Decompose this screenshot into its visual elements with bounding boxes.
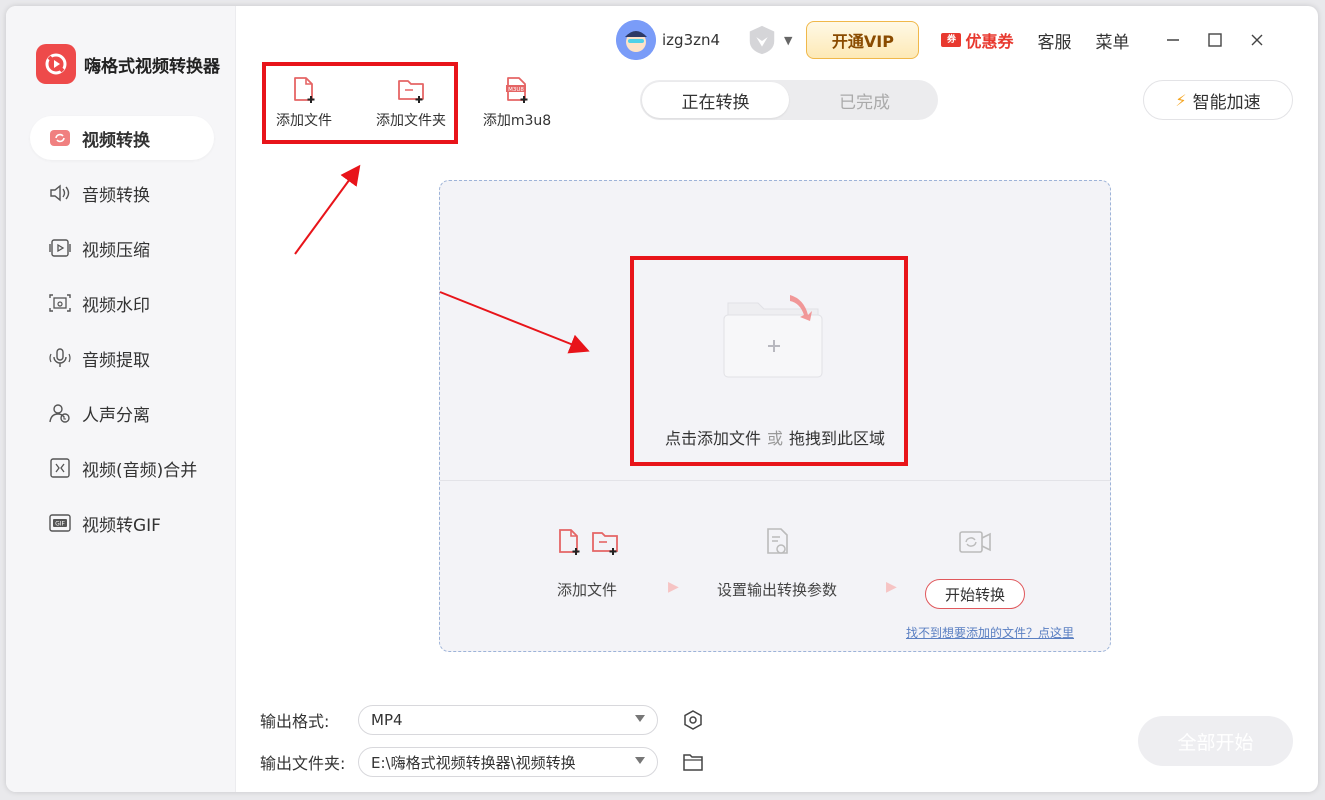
sidebar-item-vocal-separate[interactable]: 人声分离 — [30, 391, 214, 435]
minimize-icon[interactable] — [1165, 32, 1181, 48]
output-folder-value: E:\嗨格式视频转换器\视频转换 — [371, 753, 576, 772]
sidebar: 嗨格式视频转换器 视频转换 音频转换 视频压缩 视频水印 音频提取 人声分离 视… — [6, 6, 236, 792]
gif-icon: GIF — [48, 512, 72, 534]
avatar[interactable] — [616, 20, 656, 60]
app-logo-icon — [45, 53, 67, 75]
sidebar-item-video-convert[interactable]: 视频转换 — [30, 116, 214, 160]
arrow-to-toolbar — [294, 164, 361, 255]
start-convert-button[interactable]: 开始转换 — [925, 579, 1025, 609]
sidebar-nav: 视频转换 音频转换 视频压缩 视频水印 音频提取 人声分离 视频(音频)合并 G… — [30, 116, 214, 556]
step-start-icons — [920, 527, 1030, 563]
app-logo — [36, 44, 76, 84]
video-convert-icon — [48, 127, 72, 149]
add-m3u8-label: 添加m3u8 — [482, 113, 552, 129]
step-arrow-icon: ▶ — [668, 579, 679, 595]
maximize-icon[interactable] — [1207, 32, 1223, 48]
step-add-icons — [532, 527, 642, 563]
m3u8-badge-text: M3U8 — [508, 87, 524, 93]
start-all-button[interactable]: 全部开始 — [1138, 716, 1293, 766]
step-arrow-icon: ▶ — [886, 579, 897, 595]
add-m3u8-button[interactable]: M3U8 添加m3u8 — [478, 76, 556, 130]
coupon-button[interactable]: 券 优惠券 — [941, 28, 1013, 52]
sidebar-item-audio-extract[interactable]: 音频提取 — [30, 336, 214, 380]
step-start: 开始转换 — [920, 527, 1030, 609]
sidebar-item-label: 音频转换 — [82, 185, 150, 206]
sidebar-item-label: 视频转换 — [82, 130, 150, 151]
sidebar-item-video-compress[interactable]: 视频压缩 — [30, 226, 214, 270]
highlight-box-toolbar — [262, 62, 458, 144]
accelerate-label: 智能加速 — [1192, 92, 1261, 113]
coupon-label: 优惠券 — [965, 32, 1014, 51]
app-title: 嗨格式视频转换器 — [84, 57, 220, 77]
output-format-label: 输出格式: — [260, 712, 330, 731]
dropdown-arrow-icon — [635, 757, 645, 764]
sidebar-item-video-watermark[interactable]: 视频水印 — [30, 281, 214, 325]
tab-converting[interactable]: 正在转换 — [642, 82, 789, 118]
sidebar-item-audio-convert[interactable]: 音频转换 — [30, 171, 214, 215]
lightning-icon: ⚡ — [1175, 90, 1187, 110]
smart-accelerate-button[interactable]: ⚡ 智能加速 — [1143, 80, 1293, 120]
customer-service-link[interactable]: 客服 — [1037, 28, 1071, 53]
sidebar-item-merge[interactable]: 视频(音频)合并 — [30, 446, 214, 490]
output-folder-label: 输出文件夹: — [260, 754, 346, 773]
step-settings-label: 设置输出转换参数 — [716, 581, 837, 599]
close-icon[interactable] — [1249, 32, 1265, 48]
add-folder-icon — [592, 532, 618, 555]
chevron-down-icon[interactable]: ▼ — [784, 34, 792, 47]
sidebar-item-label: 视频压缩 — [82, 240, 150, 261]
sidebar-item-label: 音频提取 — [82, 350, 150, 371]
step-add-label: 添加文件 — [556, 581, 617, 599]
folder-icon[interactable] — [682, 751, 704, 773]
sidebar-item-label: 视频转GIF — [82, 515, 161, 536]
highlight-box-dropzone — [630, 256, 908, 466]
sidebar-item-label: 视频水印 — [82, 295, 150, 316]
vocal-separate-icon — [48, 402, 72, 424]
menu-link[interactable]: 菜单 — [1095, 28, 1129, 53]
merge-icon — [48, 457, 72, 479]
output-folder-select[interactable]: E:\嗨格式视频转换器\视频转换 — [358, 747, 658, 777]
add-file-icon — [559, 529, 580, 555]
output-folder-row: 输出文件夹: E:\嗨格式视频转换器\视频转换 — [260, 747, 704, 777]
step-settings-icons — [702, 527, 852, 563]
video-watermark-icon — [48, 292, 72, 314]
username[interactable]: izg3zn4 — [662, 31, 732, 49]
settings-file-icon — [767, 528, 788, 554]
dropdown-arrow-icon — [635, 715, 645, 722]
open-vip-button[interactable]: 开通VIP — [806, 21, 920, 59]
m3u8-file-icon: M3U8 — [503, 76, 531, 104]
settings-hexagon-icon[interactable] — [682, 709, 704, 731]
step-add-file: 添加文件 — [532, 527, 642, 600]
audio-extract-icon — [48, 347, 72, 369]
output-format-row: 输出格式: MP4 — [260, 705, 704, 735]
app-window: 嗨格式视频转换器 视频转换 音频转换 视频压缩 视频水印 音频提取 人声分离 视… — [6, 6, 1318, 792]
tab-completed[interactable]: 已完成 — [791, 80, 938, 120]
member-level-icon[interactable] — [746, 23, 782, 57]
window-controls — [1165, 32, 1265, 48]
coupon-icon: 券 — [941, 33, 962, 47]
output-format-value: MP4 — [371, 711, 403, 729]
user-avatar-icon — [616, 20, 656, 60]
step-settings: 设置输出转换参数 — [702, 527, 852, 600]
conversion-tabs: 正在转换 已完成 — [640, 80, 938, 120]
convert-video-icon — [959, 531, 991, 553]
top-bar: izg3zn4 ▼ 开通VIP 券 优惠券 客服 菜单 — [616, 18, 1318, 62]
video-compress-icon — [48, 237, 72, 259]
sidebar-item-label: 人声分离 — [82, 405, 150, 426]
audio-convert-icon — [48, 182, 72, 204]
output-format-select[interactable]: MP4 — [358, 705, 658, 735]
sidebar-item-gif[interactable]: GIF 视频转GIF — [30, 501, 214, 545]
sidebar-item-label: 视频(音频)合并 — [82, 460, 198, 481]
svg-text:GIF: GIF — [55, 521, 65, 528]
help-link[interactable]: 找不到想要添加的文件？点这里 — [906, 624, 1074, 641]
